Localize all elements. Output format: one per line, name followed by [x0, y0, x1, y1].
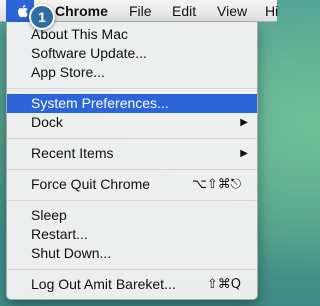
menu-item-software-update[interactable]: Software Update... [7, 44, 257, 63]
menu-history[interactable]: Hi [265, 3, 278, 19]
menu-separator [7, 269, 257, 270]
menu-item-force-quit[interactable]: Force Quit Chrome ⌥⇧⌘⎋ [7, 175, 257, 194]
menu-chrome[interactable]: Chrome [55, 3, 108, 19]
menu-item-system-preferences[interactable]: System Preferences... [7, 94, 257, 113]
menu-view[interactable]: View [217, 3, 247, 19]
menu-item-label: Software Update... [31, 45, 147, 61]
menu-item-sleep[interactable]: Sleep [7, 206, 257, 225]
menu-separator [7, 138, 257, 139]
menu-item-label: App Store... [31, 64, 105, 80]
menu-separator [7, 200, 257, 201]
menu-item-label: Recent Items [31, 145, 114, 161]
menu-item-label: System Preferences... [31, 95, 169, 111]
submenu-arrow-icon: ▶ [240, 148, 248, 159]
menu-file[interactable]: File [129, 3, 152, 19]
menu-item-dock[interactable]: Dock ▶ [7, 113, 257, 132]
menu-separator [7, 169, 257, 170]
menu-item-label: Force Quit Chrome [31, 176, 151, 192]
menu-edit[interactable]: Edit [172, 3, 196, 19]
menu-item-label: Log Out Amit Bareket... [31, 276, 176, 292]
step-number-badge: 1 [29, 4, 55, 30]
menu-item-label: Restart... [31, 226, 88, 242]
menu-item-log-out[interactable]: Log Out Amit Bareket... ⇧⌘Q [7, 275, 257, 294]
keyboard-shortcut: ⌥⇧⌘⎋ [191, 177, 241, 192]
menu-item-shut-down[interactable]: Shut Down... [7, 244, 257, 263]
menu-item-label: Shut Down... [31, 245, 112, 261]
submenu-arrow-icon: ▶ [240, 117, 248, 128]
menu-item-restart[interactable]: Restart... [7, 225, 257, 244]
menu-separator [7, 88, 257, 89]
apple-menu-dropdown: About This Mac Software Update... App St… [6, 22, 258, 300]
menu-item-label: Dock [31, 114, 63, 130]
menu-item-app-store[interactable]: App Store... [7, 63, 257, 82]
keyboard-shortcut: ⇧⌘Q [206, 277, 241, 292]
menu-item-label: Sleep [31, 207, 67, 223]
menu-item-recent-items[interactable]: Recent Items ▶ [7, 144, 257, 163]
